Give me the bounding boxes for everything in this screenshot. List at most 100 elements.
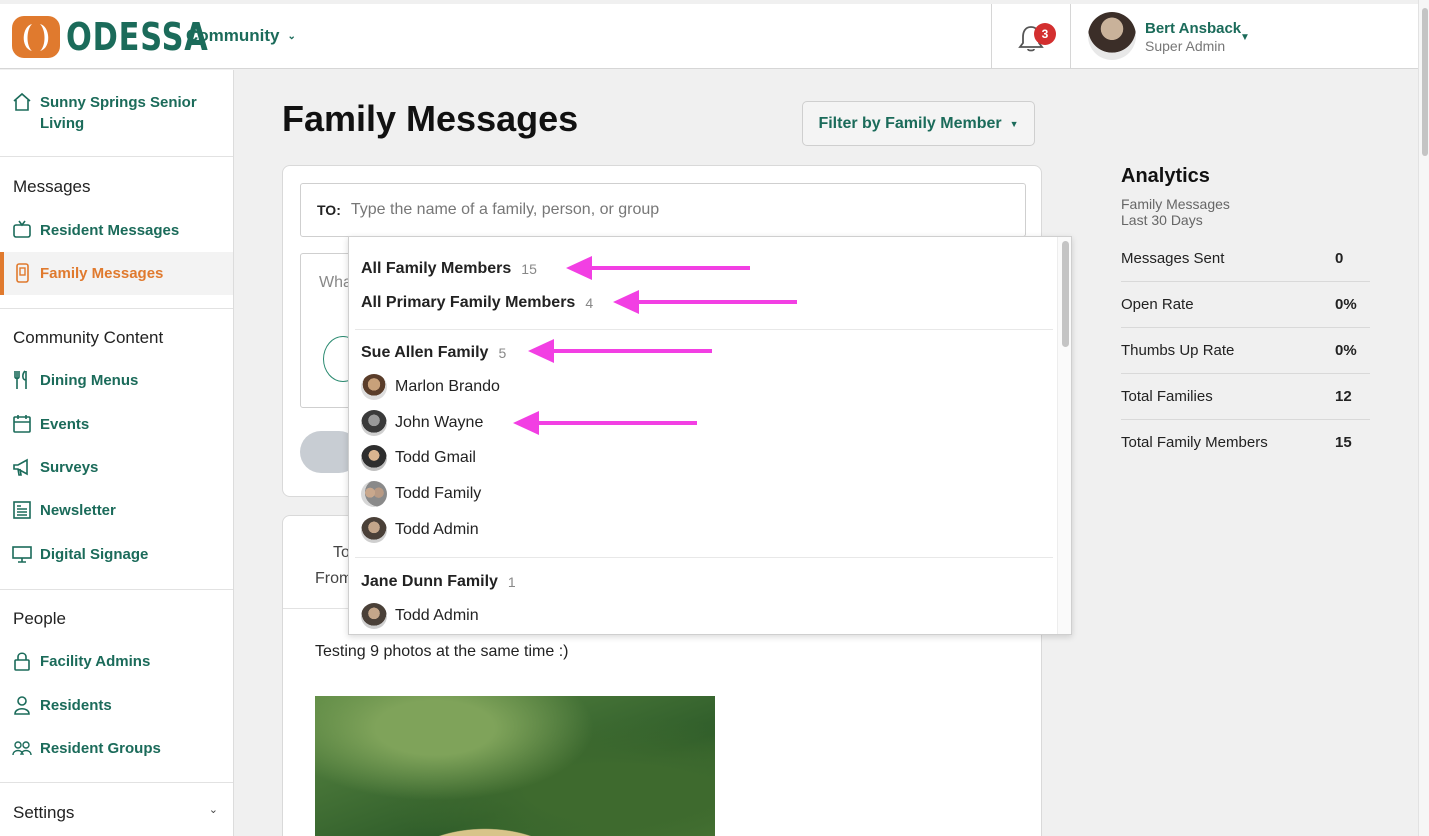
filter-button-label: Filter by Family Member [818, 114, 1002, 132]
avatar [361, 374, 387, 400]
sidebar-item-facility-admins[interactable]: Facility Admins [12, 651, 150, 671]
option-count: 4 [585, 295, 594, 311]
community-switcher[interactable]: Community ⌄ [186, 26, 296, 46]
scrollbar-thumb[interactable] [1422, 8, 1428, 156]
option-label: John Wayne [395, 414, 484, 431]
analytics-row: Open Rate 0% [1121, 282, 1370, 328]
option-person[interactable]: Todd Admin [361, 517, 479, 543]
section-title-messages: Messages [13, 177, 91, 196]
option-family-group[interactable]: Sue Allen Family 5 [361, 344, 506, 362]
stat-value: 12 [1335, 388, 1352, 405]
option-count: 5 [498, 345, 507, 361]
sidebar-item-resident-groups[interactable]: Resident Groups [12, 738, 161, 758]
feed-from-label: From [315, 570, 353, 587]
to-label: TO: [317, 202, 341, 218]
avatar [361, 410, 387, 436]
analytics-period: Last 30 Days [1121, 212, 1203, 228]
utensils-icon [14, 370, 27, 389]
newspaper-icon [13, 501, 31, 519]
group-icon [12, 741, 32, 756]
option-person[interactable]: Todd Family [361, 481, 481, 507]
avatar [361, 517, 387, 543]
home-icon [13, 92, 31, 111]
lock-icon [14, 652, 30, 671]
annotation-arrow-icon [613, 290, 797, 314]
page-scrollbar[interactable] [1418, 0, 1429, 836]
divider [991, 4, 992, 69]
option-person[interactable]: Todd Gmail [361, 445, 476, 471]
option-person[interactable]: Todd Admin [361, 603, 479, 629]
sidebar-item-label: Digital Signage [40, 545, 149, 563]
option-family-group[interactable]: Jane Dunn Family 1 [361, 573, 516, 591]
message-photo[interactable] [315, 696, 715, 836]
stat-label: Total Family Members [1121, 434, 1268, 451]
stat-label: Messages Sent [1121, 250, 1225, 267]
notification-badge: 3 [1034, 23, 1056, 45]
calendar-icon [13, 415, 31, 433]
stat-value: 15 [1335, 434, 1352, 451]
option-all-family-members[interactable]: All Family Members 15 [361, 260, 537, 278]
user-name[interactable]: Bert Ansback [1145, 20, 1241, 37]
facility-link[interactable]: Sunny Springs Senior Living [12, 92, 200, 134]
sidebar-item-events[interactable]: Events [12, 414, 89, 434]
sidebar-item-resident-messages[interactable]: Resident Messages [12, 220, 179, 240]
analytics-row: Total Families 12 [1121, 374, 1370, 420]
avatar[interactable] [1088, 12, 1136, 60]
stat-label: Open Rate [1121, 296, 1194, 313]
avatar [361, 445, 387, 471]
option-label: Marlon Brando [395, 378, 500, 395]
option-label: Sue Allen Family [361, 344, 489, 361]
scrollbar-thumb[interactable] [1062, 241, 1069, 347]
stat-label: Thumbs Up Rate [1121, 342, 1235, 359]
user-role: Super Admin [1145, 38, 1226, 54]
recipient-field[interactable]: TO: Type the name of a family, person, o… [300, 183, 1026, 237]
settings-label: Settings [13, 803, 75, 822]
page-title: Family Messages [282, 98, 579, 139]
avatar [361, 481, 387, 507]
sidebar-item-residents[interactable]: Residents [12, 695, 112, 715]
sidebar-item-label: Resident Groups [40, 739, 161, 757]
annotation-arrow-icon [528, 339, 712, 363]
sidebar-item-label: Family Messages [40, 264, 164, 282]
sidebar-item-label: Resident Messages [40, 221, 180, 239]
sidebar-item-label: Events [40, 415, 90, 433]
facility-name: Sunny Springs Senior Living [40, 94, 197, 132]
sidebar-item-family-messages[interactable]: Family Messages [12, 263, 163, 283]
analytics-row: Total Family Members 15 [1121, 420, 1370, 466]
option-label: All Primary Family Members [361, 294, 576, 311]
filter-by-family-member-button[interactable]: Filter by Family Member ▼ [802, 101, 1035, 146]
option-person[interactable]: Marlon Brando [361, 374, 500, 400]
divider [0, 156, 233, 157]
divider [0, 589, 233, 590]
sidebar-item-digital-signage[interactable]: Digital Signage [12, 544, 148, 564]
stat-label: Total Families [1121, 388, 1213, 405]
phone-icon [16, 263, 29, 283]
option-count: 1 [507, 574, 516, 590]
option-label: Jane Dunn Family [361, 573, 498, 590]
message-text: Testing 9 photos at the same time :) [315, 643, 569, 660]
option-label: Todd Admin [395, 521, 479, 538]
sidebar-item-newsletter[interactable]: Newsletter [12, 500, 116, 520]
sidebar-item-settings[interactable]: Settings ⌄ [13, 803, 218, 823]
divider [1070, 4, 1071, 69]
caret-down-icon[interactable]: ▼ [1240, 32, 1250, 43]
sidebar-item-surveys[interactable]: Surveys [12, 457, 98, 477]
section-title-community-content: Community Content [13, 328, 164, 347]
option-person[interactable]: John Wayne [361, 410, 483, 436]
annotation-arrow-icon [566, 256, 750, 280]
avatar [361, 603, 387, 629]
person-icon [14, 696, 30, 715]
sidebar-item-label: Facility Admins [40, 652, 151, 670]
sidebar-item-dining-menus[interactable]: Dining Menus [12, 370, 138, 390]
analytics-subtitle: Family Messages [1121, 196, 1230, 212]
sidebar-item-label: Surveys [40, 458, 99, 476]
recipient-input[interactable]: Type the name of a family, person, or gr… [351, 201, 659, 219]
stat-value: 0% [1335, 296, 1357, 313]
top-bar: ODESSA Community ⌄ 3 Bert Ansback Super … [0, 4, 1418, 69]
option-all-primary-family-members[interactable]: All Primary Family Members 4 [361, 294, 593, 312]
divider [0, 308, 233, 309]
sidebar: Sunny Springs Senior Living Messages Res… [0, 70, 234, 836]
photo-subject [375, 816, 595, 836]
analytics-title: Analytics [1121, 165, 1210, 187]
dropdown-scrollbar[interactable] [1057, 237, 1071, 634]
